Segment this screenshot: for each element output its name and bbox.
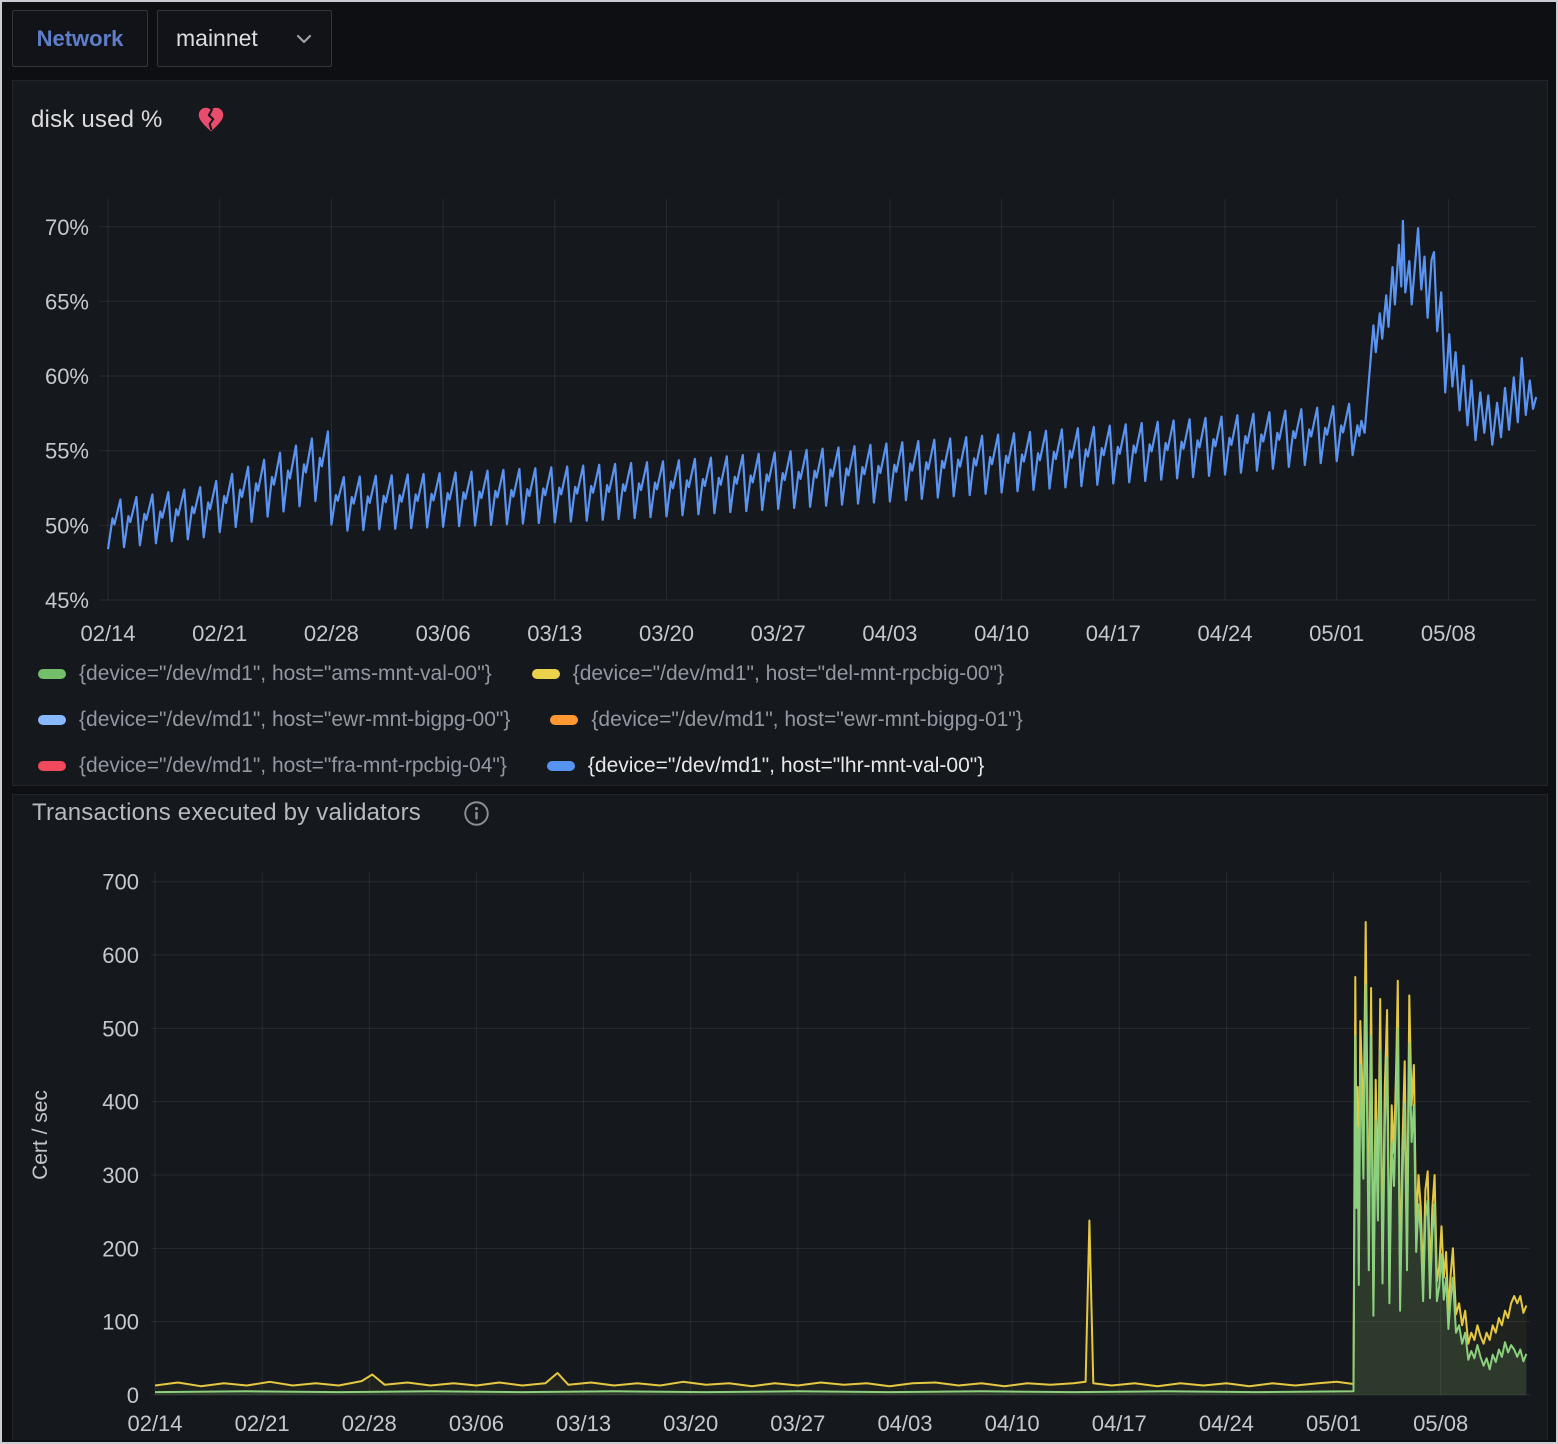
legend-item[interactable]: {device="/dev/md1", host="fra-mnt-rpcbig… [38, 754, 507, 778]
panel-title: Transactions executed by validators [32, 799, 421, 827]
tx-series-line-yellow-validator[interactable] [155, 922, 1526, 1386]
x-tick-label: 05/08 [1413, 1411, 1468, 1436]
y-tick-label: 700 [102, 870, 139, 895]
chevron-down-icon [295, 33, 313, 45]
y-tick-label: 70% [45, 215, 89, 240]
panel-transactions: Transactions executed by validators 700 6… [12, 794, 1548, 1440]
legend-item[interactable]: {device="/dev/md1", host="ewr-mnt-bigpg-… [550, 708, 1022, 732]
broken-heart-icon [197, 106, 225, 134]
tx-series-area-green-validator [155, 984, 1526, 1395]
legend-item[interactable]: {device="/dev/md1", host="ewr-mnt-bigpg-… [38, 708, 510, 732]
y-tick-label: 45% [45, 588, 89, 613]
legend-series-label: {device="/dev/md1", host="ewr-mnt-bigpg-… [79, 708, 510, 732]
x-tick-label: 02/28 [342, 1411, 397, 1436]
x-tick-label: 04/17 [1086, 621, 1141, 646]
legend-series-color-pill [550, 715, 578, 725]
network-select-value: mainnet [176, 25, 258, 52]
x-tick-label: 02/21 [192, 621, 247, 646]
legend-series-label: {device="/dev/md1", host="ams-mnt-val-00… [79, 662, 492, 686]
x-tick-label: 04/03 [862, 621, 917, 646]
x-tick-label: 03/13 [556, 1411, 611, 1436]
disk-chart-svg[interactable]: 70% 65% 60% 55% 50% 45% 02/14 02/21 02/28 03/06 03… [13, 181, 1549, 651]
x-tick-label: 03/06 [416, 621, 471, 646]
x-tick-label: 04/10 [974, 621, 1029, 646]
legend-item[interactable]: {device="/dev/md1", host="lhr-mnt-val-00… [547, 754, 984, 778]
tx-chart-svg[interactable]: 700 600 500 400 300 200 100 0 02/14 02/21 02/28 03/… [13, 851, 1549, 1441]
legend-row: {device="/dev/md1", host="fra-mnt-rpcbig… [38, 743, 1023, 789]
x-tick-label: 03/13 [527, 621, 582, 646]
x-tick-label: 03/06 [449, 1411, 504, 1436]
legend-series-color-pill [38, 761, 66, 771]
y-axis-title: Cert / sec [29, 1090, 52, 1180]
tx-series-area-yellow-validator [155, 922, 1526, 1395]
legend-series-color-pill [547, 761, 575, 771]
x-tick-label: 04/17 [1092, 1411, 1147, 1436]
legend-series-color-pill [38, 715, 66, 725]
variable-label-text: Network [37, 26, 124, 52]
x-tick-label: 02/28 [304, 621, 359, 646]
x-tick-label: 02/14 [127, 1411, 182, 1436]
legend-row: {device="/dev/md1", host="ams-mnt-val-00… [38, 651, 1023, 697]
y-tick-label: 300 [102, 1163, 139, 1188]
panel-disk-used: disk used % 70% 65% 60% 55% 50% 45% 02/14 02/21… [12, 80, 1548, 786]
y-tick-label: 100 [102, 1310, 139, 1335]
y-tick-label: 500 [102, 1016, 139, 1041]
info-circle-icon[interactable] [463, 800, 490, 827]
legend-item[interactable]: {device="/dev/md1", host="del-mnt-rpcbig… [532, 662, 1004, 686]
legend-series-label: {device="/dev/md1", host="ewr-mnt-bigpg-… [591, 708, 1022, 732]
x-tick-label: 04/10 [985, 1411, 1040, 1436]
x-tick-label: 05/08 [1421, 621, 1476, 646]
x-tick-label: 04/03 [877, 1411, 932, 1436]
x-tick-label: 04/24 [1199, 1411, 1254, 1436]
legend-series-label: {device="/dev/md1", host="fra-mnt-rpcbig… [79, 754, 507, 778]
legend-series-color-pill [38, 669, 66, 679]
disk-series-line[interactable] [108, 221, 1536, 549]
disk-legend: {device="/dev/md1", host="ams-mnt-val-00… [38, 651, 1023, 789]
legend-item[interactable]: {device="/dev/md1", host="ams-mnt-val-00… [38, 662, 492, 686]
legend-series-color-pill [532, 669, 560, 679]
legend-series-label: {device="/dev/md1", host="lhr-mnt-val-00… [588, 754, 984, 778]
y-tick-label: 50% [45, 513, 89, 538]
x-tick-label: 05/01 [1309, 621, 1364, 646]
x-tick-label: 03/20 [639, 621, 694, 646]
panel-tx-header[interactable]: Transactions executed by validators [32, 797, 490, 829]
x-tick-label: 03/27 [770, 1411, 825, 1436]
y-tick-label: 60% [45, 364, 89, 389]
legend-row: {device="/dev/md1", host="ewr-mnt-bigpg-… [38, 697, 1023, 743]
y-tick-label: 65% [45, 289, 89, 314]
dashboard: Network mainnet disk used % 70% 65% 60% 55%… [0, 0, 1558, 1444]
legend-series-label: {device="/dev/md1", host="del-mnt-rpcbig… [573, 662, 1004, 686]
panel-disk-header[interactable]: disk used % [31, 101, 225, 139]
network-select-dropdown[interactable]: mainnet [157, 10, 332, 67]
y-tick-label: 400 [102, 1090, 139, 1115]
x-tick-label: 03/20 [663, 1411, 718, 1436]
tx-series-line-green-validator[interactable] [155, 984, 1526, 1392]
y-tick-label: 55% [45, 439, 89, 464]
y-tick-label: 600 [102, 943, 139, 968]
x-tick-label: 02/14 [80, 621, 135, 646]
x-tick-label: 04/24 [1197, 621, 1252, 646]
y-tick-label: 0 [127, 1383, 139, 1408]
panel-title: disk used % [31, 106, 163, 134]
x-tick-label: 02/21 [235, 1411, 290, 1436]
variable-label-network: Network [12, 10, 148, 67]
x-tick-label: 05/01 [1306, 1411, 1361, 1436]
x-tick-label: 03/27 [751, 621, 806, 646]
y-tick-label: 200 [102, 1236, 139, 1261]
